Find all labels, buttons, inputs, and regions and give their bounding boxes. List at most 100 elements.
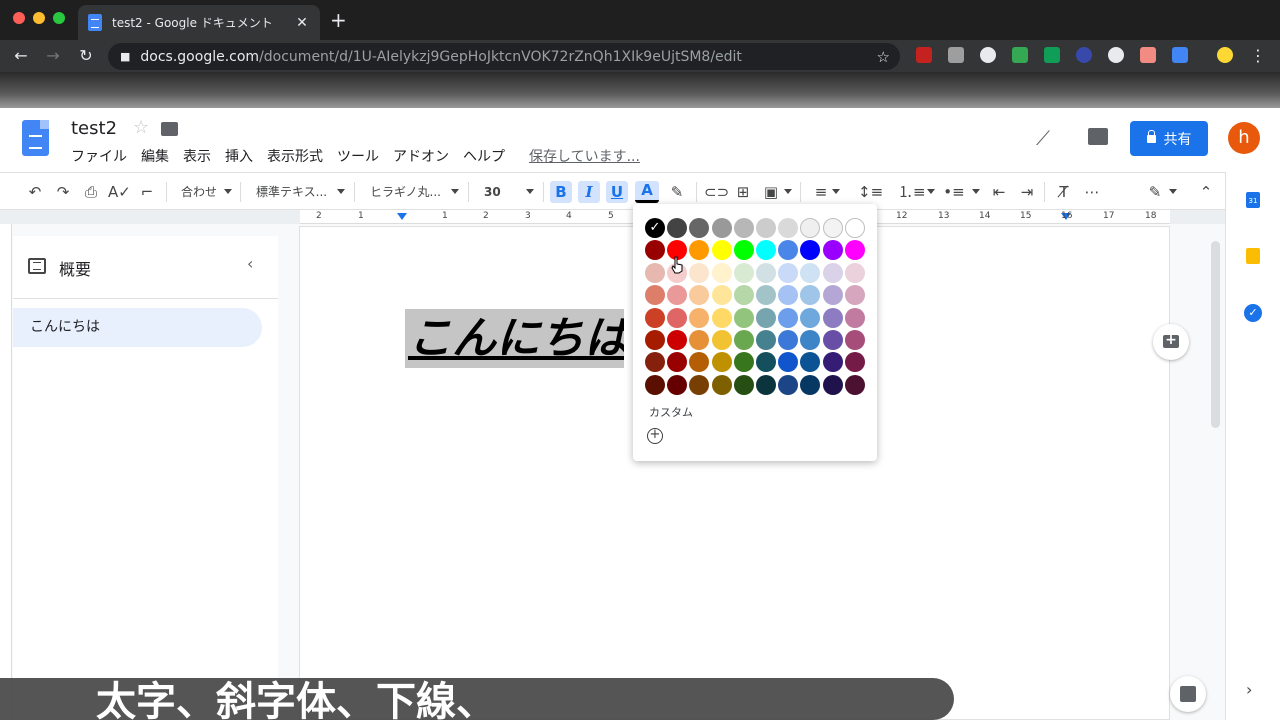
activity-trend-icon[interactable]: ⟋ xyxy=(1036,126,1050,150)
link-icon[interactable]: ⊂⊃ xyxy=(704,181,729,203)
outline-item[interactable]: こんにちは xyxy=(13,308,262,347)
zoom-select[interactable]: 合わせ xyxy=(181,181,217,203)
book-extension-icon[interactable] xyxy=(1172,47,1188,63)
collapse-menus-icon[interactable]: ⌃ xyxy=(1195,181,1217,203)
color-swatch[interactable] xyxy=(778,307,799,328)
url-bar[interactable]: ■ docs.google.com/document/d/1U-AIelykzj… xyxy=(108,43,900,70)
color-swatch[interactable] xyxy=(800,307,821,328)
color-swatch[interactable] xyxy=(844,352,865,373)
color-swatch[interactable] xyxy=(822,240,843,261)
color-swatch[interactable] xyxy=(756,374,776,395)
color-swatch[interactable] xyxy=(711,352,732,373)
style-select[interactable]: 標準テキス... xyxy=(256,181,327,203)
color-swatch[interactable] xyxy=(800,240,821,261)
color-swatch[interactable] xyxy=(756,330,776,350)
color-swatch[interactable] xyxy=(733,240,754,261)
color-swatch[interactable] xyxy=(645,262,665,283)
align-left-icon[interactable]: ≡ xyxy=(810,181,832,203)
color-swatch[interactable] xyxy=(711,374,732,395)
bold-button[interactable]: B xyxy=(550,181,572,203)
color-swatch[interactable] xyxy=(800,330,821,350)
color-swatch[interactable] xyxy=(844,374,865,395)
maximize-window-button[interactable] xyxy=(53,12,65,24)
color-swatch[interactable] xyxy=(800,262,821,283)
color-swatch[interactable] xyxy=(645,330,665,350)
vertical-ruler[interactable] xyxy=(0,224,12,720)
color-swatch[interactable] xyxy=(667,218,688,238)
reload-icon[interactable]: ↻ xyxy=(70,46,102,65)
tab-close-icon[interactable]: ✕ xyxy=(294,15,310,31)
numbered-list-icon[interactable]: ⒈≡ xyxy=(898,181,926,203)
editing-mode-icon[interactable]: ✎ xyxy=(1144,181,1166,203)
color-swatch[interactable] xyxy=(711,240,732,261)
color-swatch[interactable] xyxy=(689,240,710,261)
print-icon[interactable]: ⎙ xyxy=(80,181,102,203)
paint-format-icon[interactable]: ⌐ xyxy=(136,181,158,203)
expand-panel-icon[interactable]: › xyxy=(1246,680,1252,699)
color-swatch[interactable] xyxy=(711,285,732,306)
color-swatch[interactable] xyxy=(822,262,843,283)
color-swatch[interactable] xyxy=(756,218,776,238)
color-swatch[interactable] xyxy=(822,330,843,350)
highlight-icon[interactable]: ✎ xyxy=(666,181,688,203)
save-status[interactable]: 保存しています... xyxy=(529,146,640,166)
increase-indent-icon[interactable]: ⇥ xyxy=(1016,181,1038,203)
color-swatch[interactable] xyxy=(689,285,710,306)
menu-file[interactable]: ファイル xyxy=(64,146,134,166)
color-swatch[interactable] xyxy=(733,262,754,283)
color-swatch[interactable] xyxy=(822,307,843,328)
add-custom-color-button[interactable]: + xyxy=(647,428,663,444)
color-swatch[interactable] xyxy=(756,285,776,306)
undo-icon[interactable]: ↶ xyxy=(24,181,46,203)
menu-addons[interactable]: アドオン xyxy=(386,146,456,166)
color-swatch[interactable] xyxy=(667,374,688,395)
color-swatch[interactable] xyxy=(778,352,799,373)
color-swatch[interactable] xyxy=(667,307,688,328)
color-swatch[interactable] xyxy=(844,330,865,350)
menu-tools[interactable]: ツール xyxy=(330,146,386,166)
add-comment-button[interactable] xyxy=(1153,324,1189,360)
color-swatch[interactable] xyxy=(800,218,821,238)
clear-formatting-icon[interactable]: T̸ xyxy=(1053,181,1075,203)
color-swatch[interactable] xyxy=(733,352,754,373)
color-swatch[interactable] xyxy=(756,240,776,261)
color-swatch[interactable] xyxy=(800,352,821,373)
classroom-extension-icon[interactable] xyxy=(1044,47,1060,63)
color-swatch[interactable] xyxy=(844,218,865,238)
left-indent-marker[interactable] xyxy=(397,213,407,220)
color-swatch[interactable] xyxy=(667,330,688,350)
color-swatch[interactable] xyxy=(778,240,799,261)
folder-icon[interactable] xyxy=(161,122,178,136)
star-icon[interactable]: ☆ xyxy=(133,117,149,138)
color-swatch[interactable] xyxy=(711,307,732,328)
avatar[interactable]: h xyxy=(1228,122,1260,154)
color-swatch[interactable] xyxy=(733,330,754,350)
color-swatch[interactable] xyxy=(645,352,665,373)
color-swatch[interactable] xyxy=(800,374,821,395)
color-swatch[interactable] xyxy=(733,374,754,395)
calendar-icon[interactable]: 31 xyxy=(1246,192,1260,208)
browser-tab[interactable]: test2 - Google ドキュメント ✕ xyxy=(78,5,320,40)
color-swatch[interactable] xyxy=(711,330,732,350)
color-swatch[interactable] xyxy=(756,352,776,373)
pdf-extension-icon[interactable] xyxy=(916,47,932,63)
comment-history-icon[interactable] xyxy=(1088,128,1108,145)
color-swatch[interactable] xyxy=(711,262,732,283)
close-window-button[interactable] xyxy=(13,12,25,24)
italic-button[interactable]: I xyxy=(578,181,600,203)
color-swatch[interactable] xyxy=(822,374,843,395)
color-swatch[interactable] xyxy=(667,352,688,373)
menu-view[interactable]: 表示 xyxy=(176,146,218,166)
color-swatch[interactable] xyxy=(733,307,754,328)
menu-format[interactable]: 表示形式 xyxy=(260,146,330,166)
color-swatch[interactable] xyxy=(689,352,710,373)
chat-extension-icon[interactable] xyxy=(1108,47,1124,63)
vertical-scrollbar[interactable] xyxy=(1211,241,1220,428)
color-swatch[interactable] xyxy=(645,285,665,306)
spellcheck-icon[interactable]: A✓ xyxy=(108,181,131,203)
color-swatch[interactable] xyxy=(822,285,843,306)
new-tab-button[interactable]: + xyxy=(330,8,347,32)
color-swatch[interactable] xyxy=(844,240,865,261)
color-swatch[interactable] xyxy=(778,330,799,350)
color-swatch[interactable] xyxy=(778,374,799,395)
